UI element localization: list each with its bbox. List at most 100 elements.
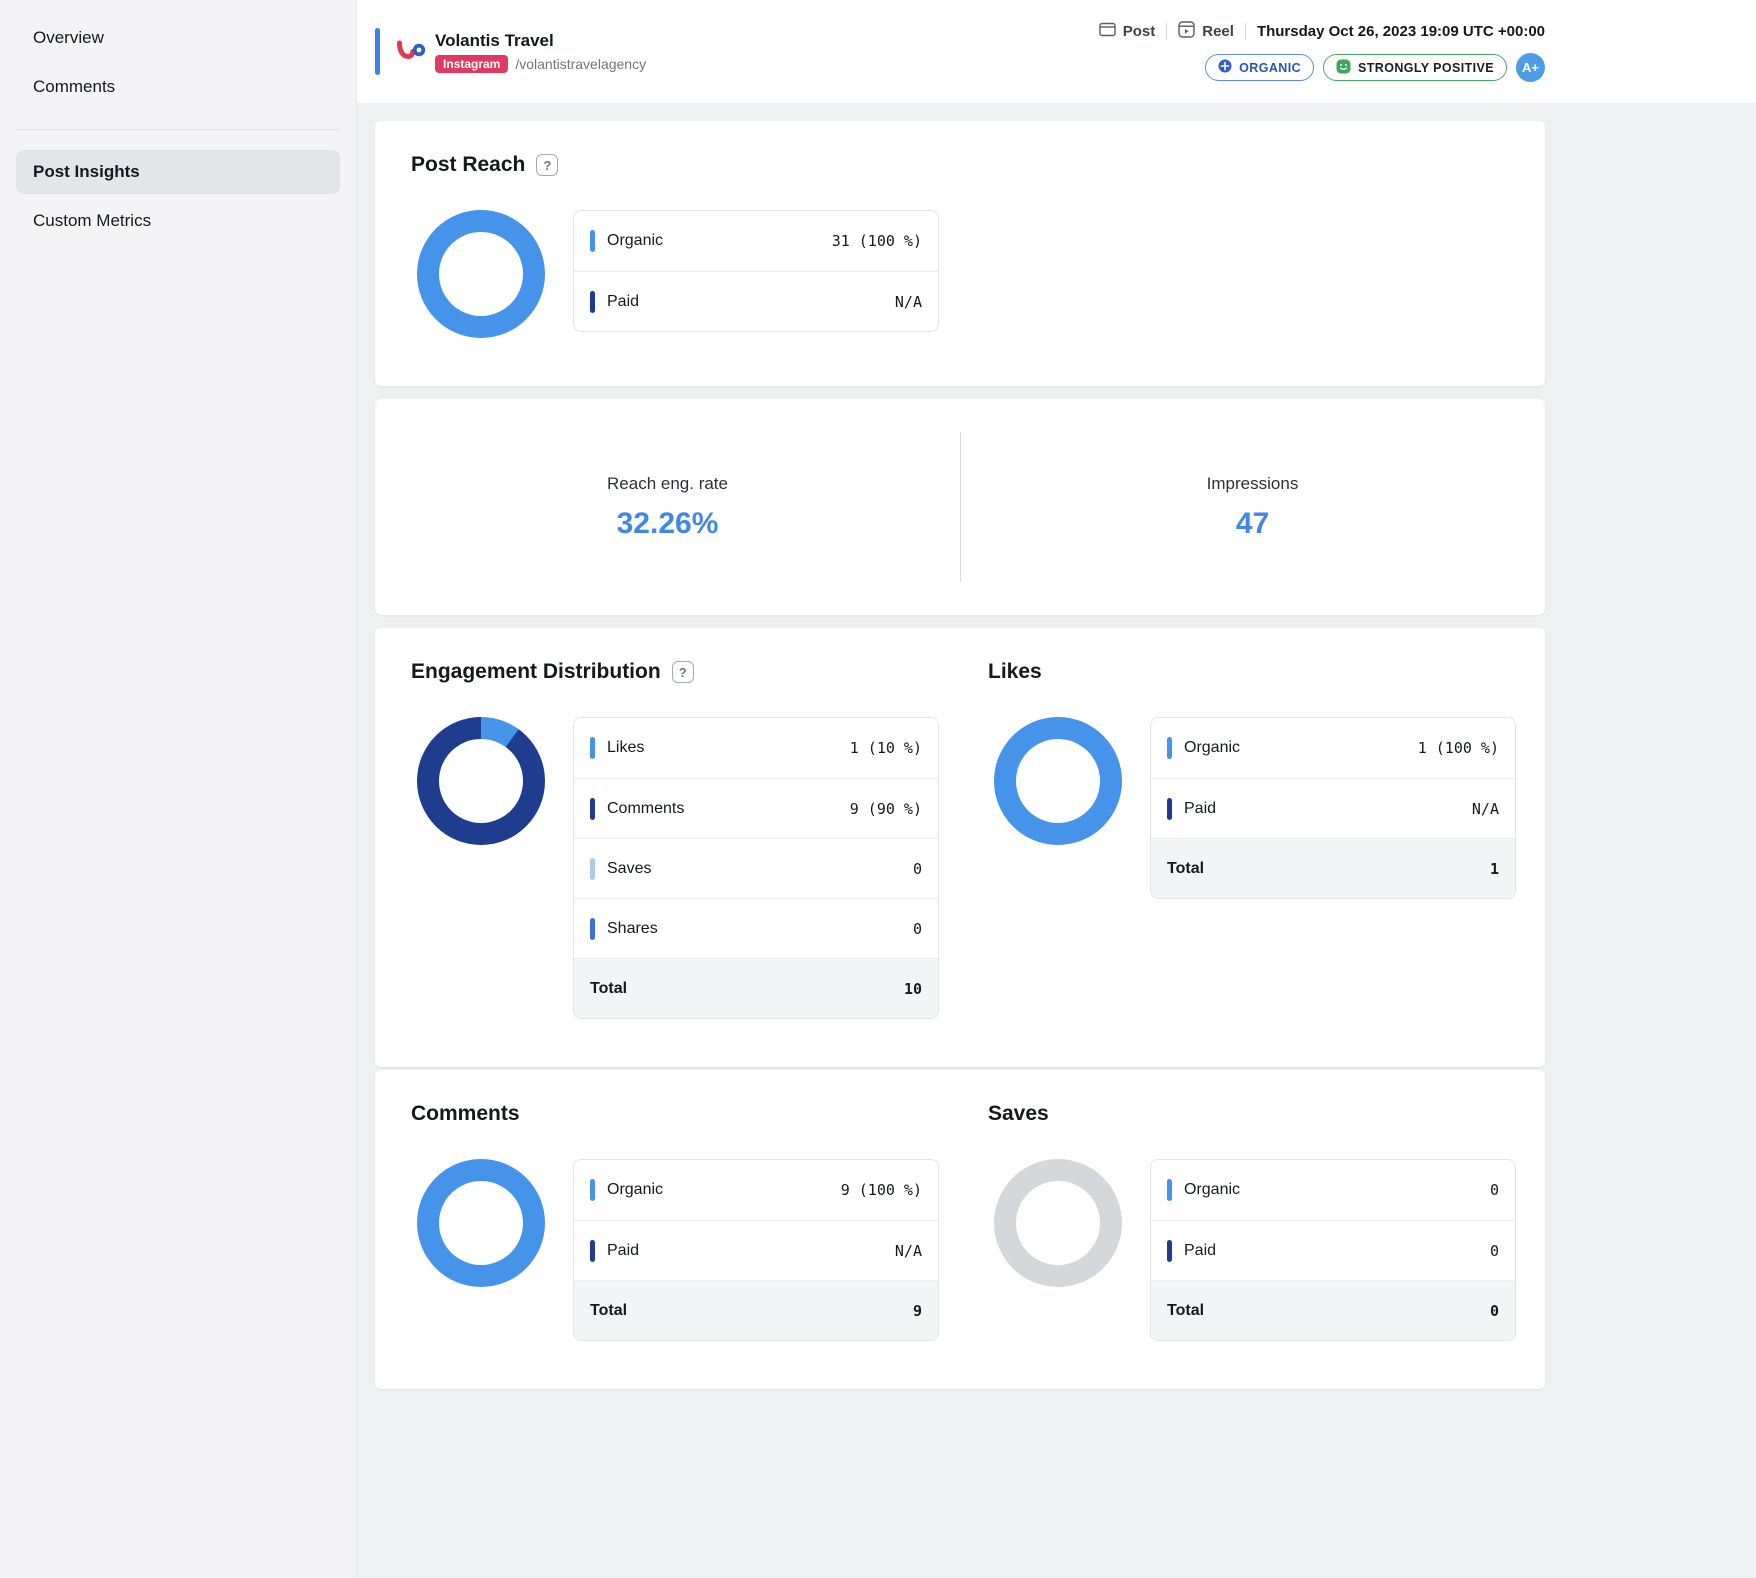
legend-label: Likes <box>607 739 644 757</box>
sidebar-item-post-insights[interactable]: Post Insights <box>16 150 340 194</box>
saves-section: Saves Organic 0 <box>988 1102 1517 1341</box>
comments-saves-card: Comments Organic 9 (100 %) <box>375 1070 1545 1389</box>
legend-row: Paid N/A <box>1151 778 1515 838</box>
legend-color-bar <box>590 737 595 759</box>
legend-value: 9 (90 %) <box>850 800 922 818</box>
reel-type-toggle[interactable]: Reel <box>1178 21 1234 42</box>
sidebar: Overview Comments Post Insights Custom M… <box>0 0 357 1578</box>
post-type-toggle[interactable]: Post <box>1099 21 1156 42</box>
help-icon[interactable]: ? <box>536 154 558 176</box>
brand-block: Volantis Travel Instagram /volantistrave… <box>435 31 646 73</box>
network-badge: Instagram <box>435 55 508 73</box>
organic-icon <box>1218 59 1232 76</box>
legend-row: Saves 0 <box>574 838 938 898</box>
legend-row: Comments 9 (90 %) <box>574 778 938 838</box>
sentiment-badge-label: STRONGLY POSITIVE <box>1358 61 1494 75</box>
sidebar-item-custom-metrics[interactable]: Custom Metrics <box>16 199 340 243</box>
legend-color-bar <box>1167 1240 1172 1262</box>
saves-legend: Organic 0 Paid 0 Total <box>1150 1159 1516 1341</box>
help-icon[interactable]: ? <box>672 661 694 683</box>
legend-total-label: Total <box>590 1302 627 1320</box>
legend-value: N/A <box>895 293 922 311</box>
metric-label: Impressions <box>1207 474 1299 494</box>
divider <box>1166 23 1167 40</box>
legend-label: Organic <box>1184 1181 1240 1199</box>
legend-label: Comments <box>607 800 684 818</box>
legend-value: 1 (100 %) <box>1418 739 1499 757</box>
post-timestamp: Thursday Oct 26, 2023 19:09 UTC +00:00 <box>1257 23 1545 40</box>
main-column: Volantis Travel Instagram /volantistrave… <box>357 0 1756 1578</box>
legend-total-value: 10 <box>904 980 922 998</box>
engagement-distribution-section: Engagement Distribution ? Likes 1 (10 %) <box>411 660 988 1019</box>
app-root: Overview Comments Post Insights Custom M… <box>0 0 1756 1578</box>
saves-title: Saves <box>988 1102 1049 1126</box>
legend-value: 0 <box>913 860 922 878</box>
engagement-likes-card: Engagement Distribution ? Likes 1 (10 %) <box>375 628 1545 1067</box>
sidebar-divider <box>16 129 340 130</box>
legend-label: Organic <box>607 1181 663 1199</box>
legend-value: 1 (10 %) <box>850 739 922 757</box>
header-meta: Post Reel Thursd <box>1099 21 1545 82</box>
post-header: Volantis Travel Instagram /volantistrave… <box>357 0 1756 103</box>
saves-donut-chart <box>994 1159 1122 1287</box>
impressions-metric: Impressions 47 <box>960 474 1545 541</box>
sentiment-badge: STRONGLY POSITIVE <box>1323 54 1507 81</box>
post-icon <box>1099 21 1116 42</box>
likes-donut-chart <box>994 717 1122 845</box>
legend-color-bar <box>1167 1179 1172 1201</box>
legend-color-bar <box>1167 737 1172 759</box>
legend-value: 31 (100 %) <box>832 232 922 250</box>
legend-value: 0 <box>1490 1181 1499 1199</box>
legend-label: Paid <box>1184 800 1216 818</box>
legend-value: N/A <box>895 1242 922 1260</box>
metric-label: Reach eng. rate <box>607 474 728 494</box>
sidebar-item-overview[interactable]: Overview <box>16 16 340 60</box>
post-reach-title: Post Reach <box>411 153 525 177</box>
organic-badge: ORGANIC <box>1205 54 1314 81</box>
legend-color-bar <box>590 1179 595 1201</box>
legend-label: Organic <box>1184 739 1240 757</box>
legend-label: Organic <box>607 232 663 250</box>
legend-total-row: Total 1 <box>1151 838 1515 898</box>
legend-label: Saves <box>607 860 651 878</box>
legend-row: Paid N/A <box>574 1220 938 1280</box>
comments-legend: Organic 9 (100 %) Paid N/A Total <box>573 1159 939 1341</box>
legend-total-label: Total <box>1167 860 1204 878</box>
divider <box>1245 23 1246 40</box>
legend-label: Shares <box>607 920 658 938</box>
legend-row: Likes 1 (10 %) <box>574 718 938 778</box>
legend-row: Paid N/A <box>574 271 938 331</box>
likes-title: Likes <box>988 660 1042 684</box>
reel-icon <box>1178 21 1195 42</box>
post-type-label: Post <box>1123 23 1156 40</box>
legend-color-bar <box>590 291 595 313</box>
legend-row: Organic 1 (100 %) <box>1151 718 1515 778</box>
sidebar-item-comments[interactable]: Comments <box>16 65 340 109</box>
legend-row: Organic 31 (100 %) <box>574 211 938 271</box>
legend-color-bar <box>590 230 595 252</box>
engagement-legend: Likes 1 (10 %) Comments 9 (90 %) <box>573 717 939 1019</box>
legend-total-label: Total <box>1167 1302 1204 1320</box>
legend-color-bar <box>1167 798 1172 820</box>
legend-value: 9 (100 %) <box>841 1181 922 1199</box>
post-reach-legend: Organic 31 (100 %) Paid N/A <box>573 210 939 332</box>
legend-row: Organic 9 (100 %) <box>574 1160 938 1220</box>
summary-metrics-card: Reach eng. rate 32.26% Impressions 47 <box>375 399 1545 615</box>
post-reach-donut-chart <box>417 210 545 338</box>
accent-bar <box>375 28 380 75</box>
likes-legend: Organic 1 (100 %) Paid N/A Total <box>1150 717 1516 899</box>
legend-row: Shares 0 <box>574 898 938 958</box>
post-reach-card: Post Reach ? Organic 31 (100 %) <box>375 121 1545 386</box>
legend-color-bar <box>590 1240 595 1262</box>
engagement-donut-chart <box>417 717 545 845</box>
legend-color-bar <box>590 858 595 880</box>
comments-section: Comments Organic 9 (100 %) <box>411 1102 988 1341</box>
legend-value: 0 <box>1490 1242 1499 1260</box>
legend-total-value: 0 <box>1490 1302 1499 1320</box>
legend-label: Paid <box>607 1242 639 1260</box>
legend-color-bar <box>590 798 595 820</box>
likes-section: Likes Organic 1 (100 %) <box>988 660 1517 1019</box>
legend-label: Paid <box>607 293 639 311</box>
comments-title: Comments <box>411 1102 520 1126</box>
legend-total-row: Total 0 <box>1151 1280 1515 1340</box>
